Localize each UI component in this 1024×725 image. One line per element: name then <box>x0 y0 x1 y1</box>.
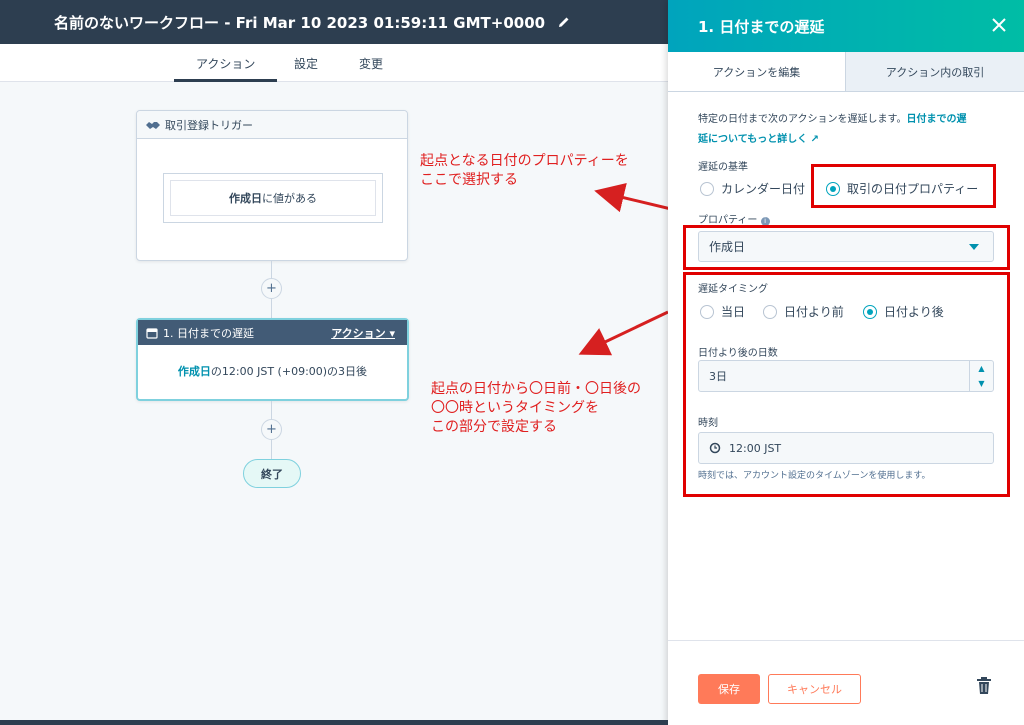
save-button[interactable]: 保存 <box>698 674 760 704</box>
tab-edit-action[interactable]: アクションを編集 <box>668 52 846 91</box>
panel-title: 1. 日付までの遅延 <box>698 17 825 36</box>
description-text: 特定の日付まで次のアクションを遅延します。 <box>698 114 907 125</box>
arrow-to-timing <box>578 310 669 356</box>
panel-footer: 保存 キャンセル <box>668 640 1024 725</box>
radio-circle <box>700 181 714 196</box>
bottom-edge <box>0 720 668 725</box>
radio-label: カレンダー日付 <box>721 182 806 196</box>
panel-description: 特定の日付まで次のアクションを遅延します。日付までの遅 延についてもっと詳しく ↗ <box>698 110 998 150</box>
basis-label: 遅延の基準 <box>698 162 748 173</box>
panel-header: 1. 日付までの遅延 <box>668 0 1024 52</box>
highlight-box <box>811 164 996 208</box>
trash-icon[interactable] <box>976 677 992 695</box>
learn-more-text: 日付までの遅 <box>906 114 967 125</box>
panel-tabs: アクションを編集 アクション内の取引 <box>668 52 1024 92</box>
highlight-box <box>683 225 1010 270</box>
property-label: プロパティー i <box>698 211 770 226</box>
close-icon[interactable] <box>990 16 1008 34</box>
radio-calendar-date[interactable]: カレンダー日付 <box>700 180 805 197</box>
learn-more-text: 延についてもっと詳しく <box>698 134 808 145</box>
highlight-box <box>683 272 1010 497</box>
cancel-button[interactable]: キャンセル <box>768 674 861 704</box>
tab-deals-in-action[interactable]: アクション内の取引 <box>846 52 1024 91</box>
